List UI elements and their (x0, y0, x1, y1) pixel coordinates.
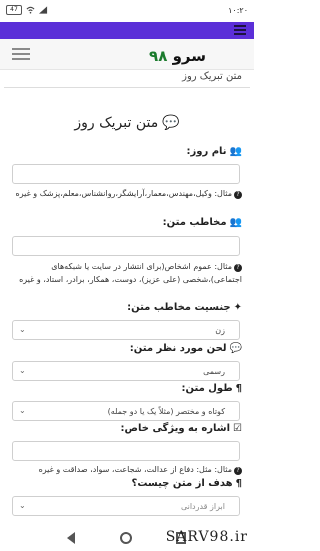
tone-label: 💬لحن مورد نظر متن: (129, 343, 242, 354)
logo-word: سرو (172, 47, 206, 65)
length-select[interactable]: کوتاه و مختصر (مثلاً یک یا دو جمله) ⌄ (12, 401, 240, 421)
status-time: ۱۰:۲۰ (228, 6, 248, 15)
day-name-hint: ?مثال: وکیل،مهندس،معمار،آرایشگر،روانشناس… (10, 187, 242, 200)
status-bar: ۱۰:۲۰ 47 (0, 0, 254, 22)
feature-hint: ?مثال: مثل: دفاع از عدالت، شجاعت، سواد، … (10, 463, 242, 476)
tone-select[interactable]: رسمی ⌄ (12, 361, 240, 381)
site-logo[interactable]: سرو ۹۸ (149, 47, 206, 65)
feature-label: ☑اشاره به ویژگی خاص: (120, 423, 242, 434)
page-title: 💬متن تبریک روز (74, 115, 180, 131)
paragraph-icon: ¶ (235, 383, 242, 394)
app-top-bar (0, 22, 254, 39)
paragraph-icon: ¶ (235, 478, 242, 489)
signal-icon (39, 6, 48, 14)
navbar-toggle-button[interactable] (12, 48, 30, 61)
comment-icon: 💬 (229, 343, 242, 354)
home-icon[interactable] (120, 532, 132, 544)
day-name-input[interactable] (12, 164, 240, 184)
logo-number: ۹۸ (149, 47, 168, 65)
chevron-down-icon: ⌄ (19, 366, 26, 375)
users-icon: 👥 (229, 217, 242, 228)
goal-select[interactable]: ابراز قدردانی ⌄ (12, 496, 240, 516)
chevron-down-icon: ⌄ (19, 406, 26, 415)
person-icon: ✦ (233, 302, 242, 313)
back-icon[interactable] (66, 532, 76, 544)
wifi-icon (26, 6, 35, 14)
feature-input[interactable] (12, 441, 240, 461)
audience-hint: ?مثال: عموم اشخاص(برای انتشار در سایت یا… (19, 262, 242, 284)
question-icon: ? (234, 264, 242, 272)
battery-icon: 47 (6, 5, 22, 15)
comments-icon: 💬 (162, 115, 180, 131)
users-icon: 👥 (229, 146, 242, 157)
check-square-icon: ☑ (233, 423, 242, 434)
status-icons: 47 (6, 5, 48, 15)
chevron-down-icon: ⌄ (19, 325, 26, 334)
chevron-down-icon: ⌄ (19, 501, 26, 510)
audience-label: 👥مخاطب متن: (162, 217, 242, 228)
length-label: ¶طول متن: (181, 383, 243, 394)
goal-label: ¶هدف از متن چیست؟ (131, 478, 242, 489)
question-icon: ? (234, 467, 242, 475)
menu-icon[interactable] (234, 25, 246, 36)
gender-select[interactable]: زن ⌄ (12, 320, 240, 340)
site-navbar: سرو ۹۸ (0, 39, 254, 70)
day-name-label: 👥نام روز: (186, 146, 242, 157)
breadcrumb[interactable]: متن تبریک روز (182, 71, 242, 82)
audience-input[interactable] (12, 236, 240, 256)
gender-label: ✦جنسیت مخاطب متن: (127, 302, 242, 313)
watermark: SARV98.ir (165, 529, 248, 545)
question-icon: ? (234, 191, 242, 199)
